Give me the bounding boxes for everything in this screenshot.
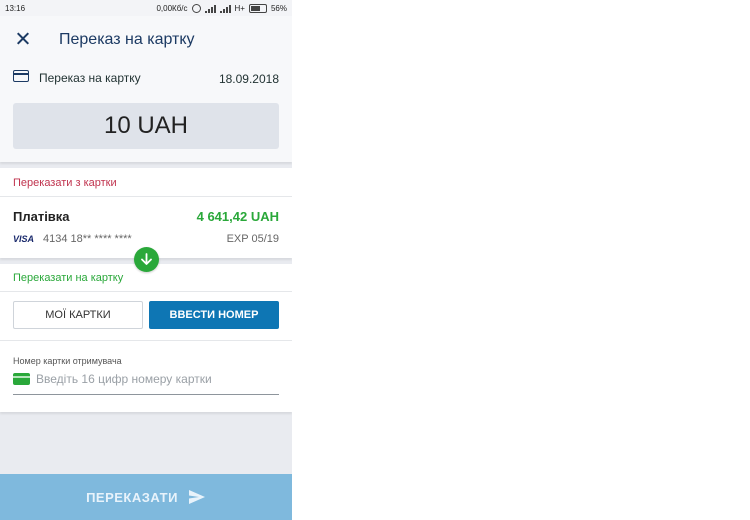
alarm-icon	[191, 4, 201, 13]
amount-field[interactable]: 10 UAH	[13, 103, 279, 149]
input-underline	[13, 394, 279, 395]
transfer-summary: Переказ на картку 18.09.2018 10 UAH	[0, 64, 292, 162]
battery-percent: 56%	[270, 4, 287, 13]
transfer-button[interactable]: ПЕРЕКАЗАТИ	[0, 474, 292, 520]
card-number-input[interactable]	[36, 370, 276, 388]
close-icon[interactable]	[13, 29, 33, 49]
network-type: H+	[234, 4, 245, 13]
status-bar: 13:16 0,00Кб/с H+ 56%	[0, 0, 292, 16]
source-section-label: Переказати з картки	[13, 177, 117, 189]
card-number-label: Номер картки отримувача	[13, 356, 122, 366]
divider	[0, 196, 292, 197]
transfer-date: 18.09.2018	[218, 72, 279, 86]
tab-enter-number[interactable]: ВВЕСТИ НОМЕР	[149, 301, 279, 329]
battery-icon	[248, 4, 267, 13]
signal-icon-2	[219, 4, 231, 13]
send-icon	[188, 490, 205, 504]
page-title: Переказ на картку	[59, 31, 195, 48]
card-icon	[13, 70, 29, 82]
status-right: 0,00Кб/с H+ 56%	[156, 4, 287, 13]
card-icon	[13, 373, 30, 385]
transfer-button-label: ПЕРЕКАЗАТИ	[86, 489, 178, 505]
destination-section-label: Переказати на картку	[13, 272, 124, 284]
signal-icon	[204, 4, 216, 13]
destination-card-section: Переказати на картку МОЇ КАРТКИ ВВЕСТИ Н…	[0, 264, 292, 412]
app-bar: Переказ на картку	[0, 16, 292, 64]
phone-screen: 13:16 0,00Кб/с H+ 56% Переказ на картку …	[0, 0, 292, 520]
tab-my-cards[interactable]: МОЇ КАРТКИ	[13, 301, 143, 329]
visa-logo: VISA	[13, 234, 35, 244]
source-card-name[interactable]: Платівка	[13, 209, 70, 224]
source-card-number: 4134 18** **** ****	[43, 233, 132, 245]
transfer-type: Переказ на картку	[39, 71, 141, 85]
source-card-expiry: EXP 05/19	[226, 233, 279, 245]
source-card-balance: 4 641,42 UAH	[196, 209, 279, 224]
net-speed: 0,00Кб/с	[156, 4, 188, 13]
arrow-down-icon[interactable]	[134, 247, 159, 272]
divider	[0, 291, 292, 292]
source-card-section: Переказати з картки Платівка 4 641,42 UA…	[0, 168, 292, 258]
divider	[0, 340, 292, 341]
status-time: 13:16	[5, 4, 26, 13]
